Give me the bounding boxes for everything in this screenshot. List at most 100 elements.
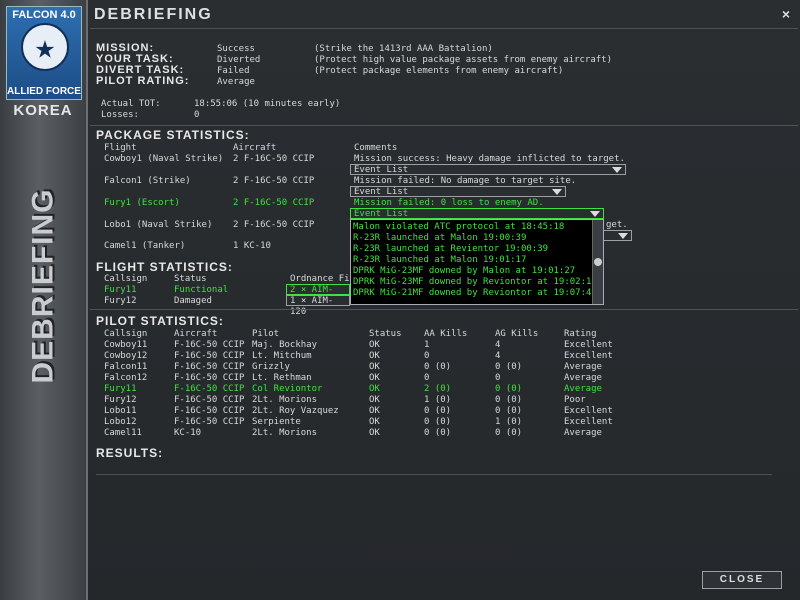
divert-note: (Protect package elements from enemy air… (314, 66, 564, 76)
mission-value: Success (217, 44, 255, 54)
event-list-dropdown[interactable]: Event List (350, 208, 604, 219)
sidebar: FALCON 4.0 ★ ALLIED FORCE KOREA DEBRIEFI… (0, 0, 88, 600)
divert-value: Failed (217, 66, 250, 76)
pilot-rating: Average (564, 428, 602, 438)
pilot-ag-kills: 0 (0) (495, 395, 523, 405)
pilot-aircraft: F-16C-50 CCIP (174, 417, 245, 427)
pilot-callsign: Cowboy12 (104, 351, 148, 361)
event-item[interactable]: DPRK MiG-23MF downed by Malon at 19:01:2… (353, 266, 575, 276)
pilot-aircraft: F-16C-50 CCIP (174, 351, 245, 361)
pilot-name: Grizzly (252, 362, 290, 372)
pilot-name: Maj. Bockhay (252, 340, 318, 350)
pilot-ag-kills: 0 (0) (495, 362, 523, 372)
package-flight: Cowboy1 (Naval Strike) (104, 154, 224, 164)
package-heading: PACKAGE STATISTICS: (96, 128, 250, 142)
mission-note: (Strike the 1413rd AAA Battalion) (314, 44, 493, 54)
pilot-ag-kills: 0 (0) (495, 384, 523, 394)
pilot-ag-kills: 1 (0) (495, 417, 523, 427)
close-button[interactable]: CLOSE (702, 571, 782, 589)
pilot-name: 2Lt. Morions (252, 395, 318, 405)
event-list-dropdown[interactable] (602, 230, 632, 241)
debriefing-window: DEBRIEFING × MISSION: Success (Strike th… (88, 0, 800, 600)
star-icon: ★ (21, 23, 69, 71)
chevron-down-icon (552, 189, 562, 195)
pilot-callsign: Fury12 (104, 395, 137, 405)
logo-subtitle: ALLIED FORCE (7, 86, 81, 97)
event-item[interactable]: R-23R launched at Revientor 19:00:39 (353, 244, 548, 254)
pilot-aa-kills: 0 (424, 373, 430, 383)
pilot-rating: Excellent (564, 406, 613, 416)
event-item[interactable]: R-23R launched at Malon 19:00:39 (353, 233, 526, 243)
pilot-status: OK (369, 395, 380, 405)
divider (90, 125, 798, 126)
pilot-status: OK (369, 406, 380, 416)
chevron-down-icon (618, 233, 628, 239)
event-item[interactable]: DPRK MiG-21MF downed by Reviontor at 19:… (353, 288, 591, 298)
pilot-callsign: Camel11 (104, 428, 142, 438)
pilot-aa-kills: 1 (0) (424, 395, 452, 405)
package-flight: Falcon1 (Strike) (104, 176, 191, 186)
pilot-rating: Average (564, 373, 602, 383)
pilot-aa-kills: 0 (424, 351, 430, 361)
pilot-ag-kills: 4 (495, 351, 501, 361)
pilot-name: 2Lt. Morions (252, 428, 318, 438)
task-note: (Protect high value package assets from … (314, 55, 613, 65)
pilot-aa-kills: 1 (424, 340, 430, 350)
pilot-status: OK (369, 340, 380, 350)
pilot-status: OK (369, 362, 380, 372)
pilot-rating: Poor (564, 395, 586, 405)
falcon-logo: FALCON 4.0 ★ ALLIED FORCE (6, 6, 82, 100)
pilot-name: 2Lt. Roy Vazquez (252, 406, 339, 416)
pilot-col-header: Aircraft (174, 329, 218, 339)
col-ordnance: Ordnance Fi (290, 274, 350, 284)
flight-status: Damaged (174, 296, 212, 306)
event-list-popup[interactable]: Malon violated ATC protocol at 18:45:18 … (350, 219, 604, 305)
pilot-col-header: Status (369, 329, 402, 339)
results-area (96, 462, 772, 475)
pilot-rating: Average (564, 384, 602, 394)
event-list-dropdown[interactable]: Event List (350, 164, 626, 175)
pilot-name: Lt. Mitchum (252, 351, 312, 361)
pilot-aircraft: F-16C-50 CCIP (174, 340, 245, 350)
chevron-down-icon (612, 167, 622, 173)
event-list-dropdown[interactable]: Event List (350, 186, 566, 197)
package-aircraft: 1 KC-10 (233, 241, 271, 251)
pilot-aircraft: F-16C-50 CCIP (174, 406, 245, 416)
pilot-rating: Excellent (564, 351, 613, 361)
divider (90, 28, 798, 29)
ordnance-dropdown[interactable]: 2 × AIM-120 (286, 284, 350, 306)
package-aircraft: 2 F-16C-50 CCIP (233, 176, 315, 186)
pilot-ag-kills: 0 (0) (495, 428, 523, 438)
event-item[interactable]: Malon violated ATC protocol at 18:45:18 (353, 222, 564, 232)
col-callsign: Callsign (104, 274, 148, 284)
ordnance-dropdown[interactable]: 1 × AIM-120 (286, 295, 350, 317)
pilot-col-header: Rating (564, 329, 597, 339)
rating-label: PILOT RATING: (96, 75, 190, 87)
col-flight: Flight (104, 143, 137, 153)
pilot-aircraft: F-16C-50 CCIP (174, 395, 245, 405)
pilot-col-header: Pilot (252, 329, 280, 339)
package-flight: Lobo1 (Naval Strike) (104, 220, 213, 230)
tot-value: 18:55:06 (10 minutes early) (194, 99, 341, 109)
flight-callsign: Fury12 (104, 296, 137, 306)
pilot-aa-kills: 2 (0) (424, 384, 452, 394)
pilot-aa-kills: 0 (0) (424, 406, 452, 416)
package-comment: Mission failed: No damage to target site… (354, 176, 577, 186)
scrollbar-thumb[interactable] (594, 258, 602, 266)
pilot-rating: Excellent (564, 340, 613, 350)
results-heading: RESULTS: (96, 446, 164, 460)
pilot-col-header: AG Kills (495, 329, 539, 339)
chevron-down-icon (590, 211, 600, 217)
pilot-aa-kills: 0 (0) (424, 417, 452, 427)
event-item[interactable]: DPRK MiG-23MF downed by Reviontor at 19:… (353, 277, 597, 287)
region-label: KOREA (13, 102, 73, 119)
package-aircraft: 2 F-16C-50 CCIP (233, 154, 315, 164)
pilot-callsign: Falcon12 (104, 373, 148, 383)
pilot-col-header: AA Kills (424, 329, 468, 339)
close-icon[interactable]: × (782, 6, 790, 22)
pilot-rating: Average (564, 362, 602, 372)
package-aircraft: 2 F-16C-50 CCIP (233, 220, 315, 230)
pilot-status: OK (369, 373, 380, 383)
event-item[interactable]: R-23R launched at Malon 19:01:17 (353, 255, 526, 265)
tot-label: Actual TOT: (101, 99, 161, 109)
